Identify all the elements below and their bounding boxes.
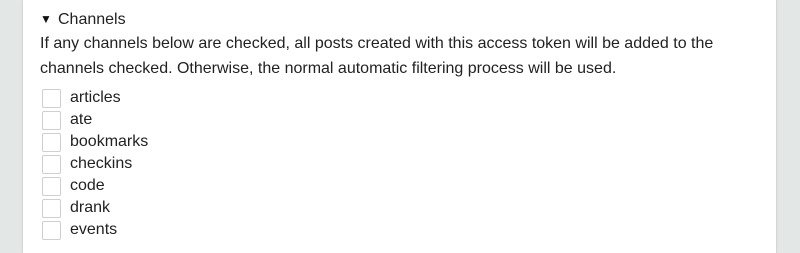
channels-section: ▼ Channels If any channels below are che… — [40, 9, 760, 81]
channel-checkbox[interactable] — [42, 198, 61, 218]
channel-checkbox[interactable] — [42, 110, 61, 130]
channel-item-drank[interactable]: drank — [42, 197, 148, 219]
channel-checkbox[interactable] — [42, 132, 61, 152]
channel-label: articles — [70, 89, 121, 106]
settings-panel: ▼ Channels If any channels below are che… — [22, 0, 777, 253]
channel-checkbox[interactable] — [42, 220, 61, 240]
channels-section-title: Channels — [58, 11, 126, 28]
channel-item-ate[interactable]: ate — [42, 109, 148, 131]
channel-label: ate — [70, 111, 93, 128]
channel-list: articles ate bookmarks checkins code dra… — [42, 87, 148, 241]
channel-item-events[interactable]: events — [42, 219, 148, 241]
channel-label: events — [70, 221, 118, 238]
channel-checkbox[interactable] — [42, 154, 61, 174]
channel-item-articles[interactable]: articles — [42, 87, 148, 109]
channel-item-checkins[interactable]: checkins — [42, 153, 148, 175]
channel-label: code — [70, 177, 105, 194]
channel-item-bookmarks[interactable]: bookmarks — [42, 131, 148, 153]
channel-item-code[interactable]: code — [42, 175, 148, 197]
channel-label: bookmarks — [70, 133, 149, 150]
channels-section-toggle[interactable]: ▼ Channels — [40, 9, 760, 31]
triangle-down-icon: ▼ — [40, 12, 52, 26]
channel-checkbox[interactable] — [42, 88, 61, 108]
channel-label: drank — [70, 199, 111, 216]
channels-description: If any channels below are checked, all p… — [40, 35, 714, 77]
channel-label: checkins — [70, 155, 133, 172]
channel-checkbox[interactable] — [42, 176, 61, 196]
